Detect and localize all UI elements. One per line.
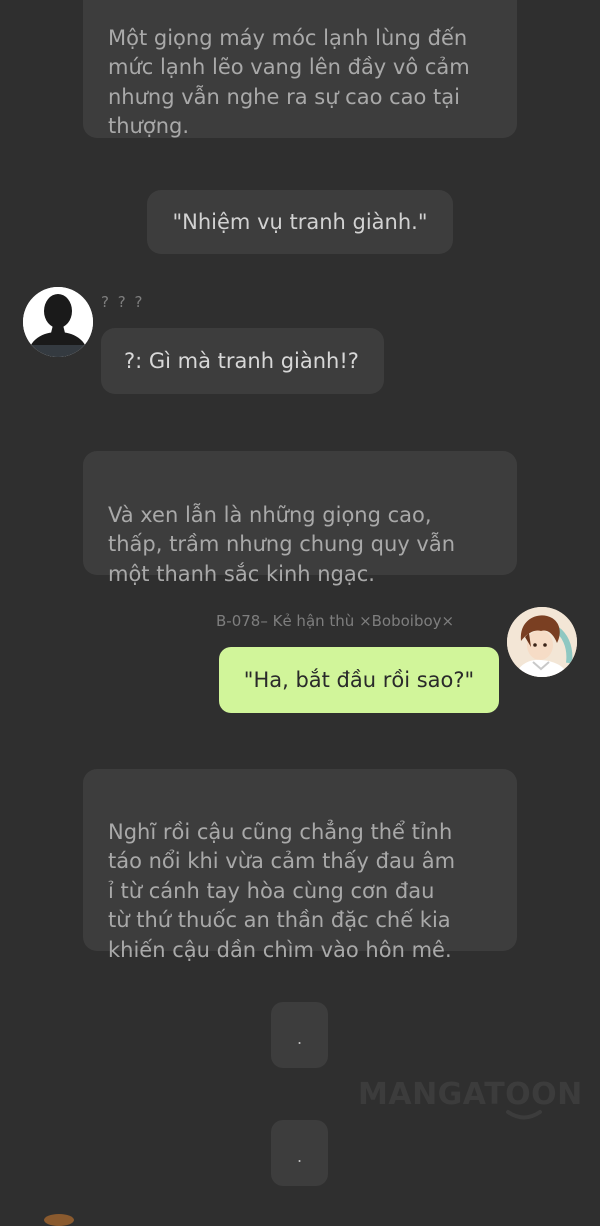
watermark-text: MANGATOON — [358, 1077, 583, 1112]
silhouette-avatar-icon — [23, 287, 93, 357]
anime-boy-avatar-icon — [507, 607, 577, 677]
unknown-message-bubble: ?: Gì mà tranh giành!? — [101, 328, 384, 394]
narration-bubble: Một giọng máy móc lạnh lùng đến mức lạnh… — [83, 0, 517, 138]
player-sender-name: B-078– Kẻ hận thù ×Boboiboy× — [216, 612, 455, 630]
player-avatar[interactable] — [507, 607, 577, 677]
next-avatar-partial — [44, 1214, 74, 1226]
player-message-bubble: "Ha, bắt đầu rồi sao?" — [219, 647, 499, 713]
narration-text: Một giọng máy móc lạnh lùng đến mức lạnh… — [108, 25, 470, 139]
unknown-character-avatar[interactable] — [23, 287, 93, 357]
watermark-smile-icon — [506, 1110, 542, 1120]
narration-text: Và xen lẫn là những giọng cao, thấp, trầ… — [108, 502, 456, 586]
pause-dot-bubble: . — [271, 1120, 328, 1186]
narration-text: Nghĩ rồi cậu cũng chẳng thể tỉnh táo nổi… — [108, 819, 456, 962]
watermark: MANGATOON — [358, 1075, 582, 1125]
pause-dot-bubble: . — [271, 1002, 328, 1068]
quote-text: "Nhiệm vụ tranh giành." — [172, 210, 428, 234]
unknown-message-text: ?: Gì mà tranh giành!? — [124, 349, 359, 373]
player-message-text: "Ha, bắt đầu rồi sao?" — [243, 668, 475, 692]
narration-bubble: Và xen lẫn là những giọng cao, thấp, trầ… — [83, 451, 517, 586]
narration-bubble: Nghĩ rồi cậu cũng chẳng thể tỉnh táo nổi… — [83, 769, 517, 962]
unknown-sender-name: ? ? ? — [101, 293, 145, 311]
quote-bubble: "Nhiệm vụ tranh giành." — [147, 190, 453, 254]
